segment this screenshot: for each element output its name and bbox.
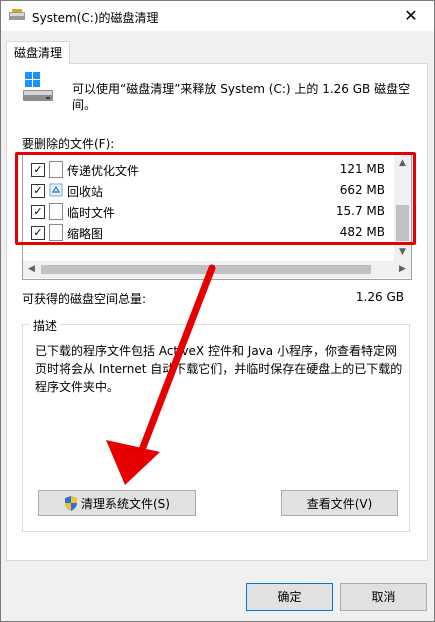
scroll-down-arrow-icon[interactable]: ▼ bbox=[394, 244, 411, 261]
ok-button[interactable]: 确定 bbox=[246, 583, 333, 611]
description-title: 描述 bbox=[30, 317, 61, 334]
horizontal-scrollbar[interactable]: ◀ ▶ bbox=[23, 261, 411, 278]
horizontal-scroll-thumb[interactable] bbox=[41, 265, 371, 274]
window-title: System(C:)的磁盘清理 bbox=[32, 11, 159, 25]
clean-system-files-button[interactable]: 清理系统文件(S) bbox=[38, 490, 196, 516]
disk-cleanup-app-icon bbox=[9, 9, 25, 20]
close-icon: ✕ bbox=[404, 6, 418, 25]
clean-system-files-label: 清理系统文件(S) bbox=[81, 497, 170, 511]
cancel-button[interactable]: 取消 bbox=[340, 583, 427, 611]
description-text: 已下载的程序文件包括 ActiveX 控件和 Java 小程序，你查看特定网页时… bbox=[35, 344, 403, 394]
tab-disk-cleanup[interactable]: 磁盘清理 bbox=[6, 41, 70, 64]
scroll-left-arrow-icon[interactable]: ◀ bbox=[23, 261, 40, 278]
total-space-label: 可获得的磁盘空间总量: bbox=[22, 292, 147, 306]
scroll-right-arrow-icon[interactable]: ▶ bbox=[394, 261, 411, 278]
total-space-value: 1.26 GB bbox=[355, 290, 404, 304]
drive-cleanup-icon bbox=[23, 72, 53, 101]
intro-text: 可以使用“磁盘清理”来释放 System (C:) 上的 1.26 GB 磁盘空… bbox=[72, 82, 411, 112]
annotation-highlight-box bbox=[15, 152, 416, 245]
uac-shield-icon bbox=[65, 496, 77, 511]
title-bar: System(C:)的磁盘清理 ✕ bbox=[1, 1, 434, 31]
close-button[interactable]: ✕ bbox=[388, 1, 434, 31]
view-files-button[interactable]: 查看文件(V) bbox=[281, 490, 398, 516]
files-to-delete-label: 要删除的文件(F): bbox=[22, 137, 115, 151]
